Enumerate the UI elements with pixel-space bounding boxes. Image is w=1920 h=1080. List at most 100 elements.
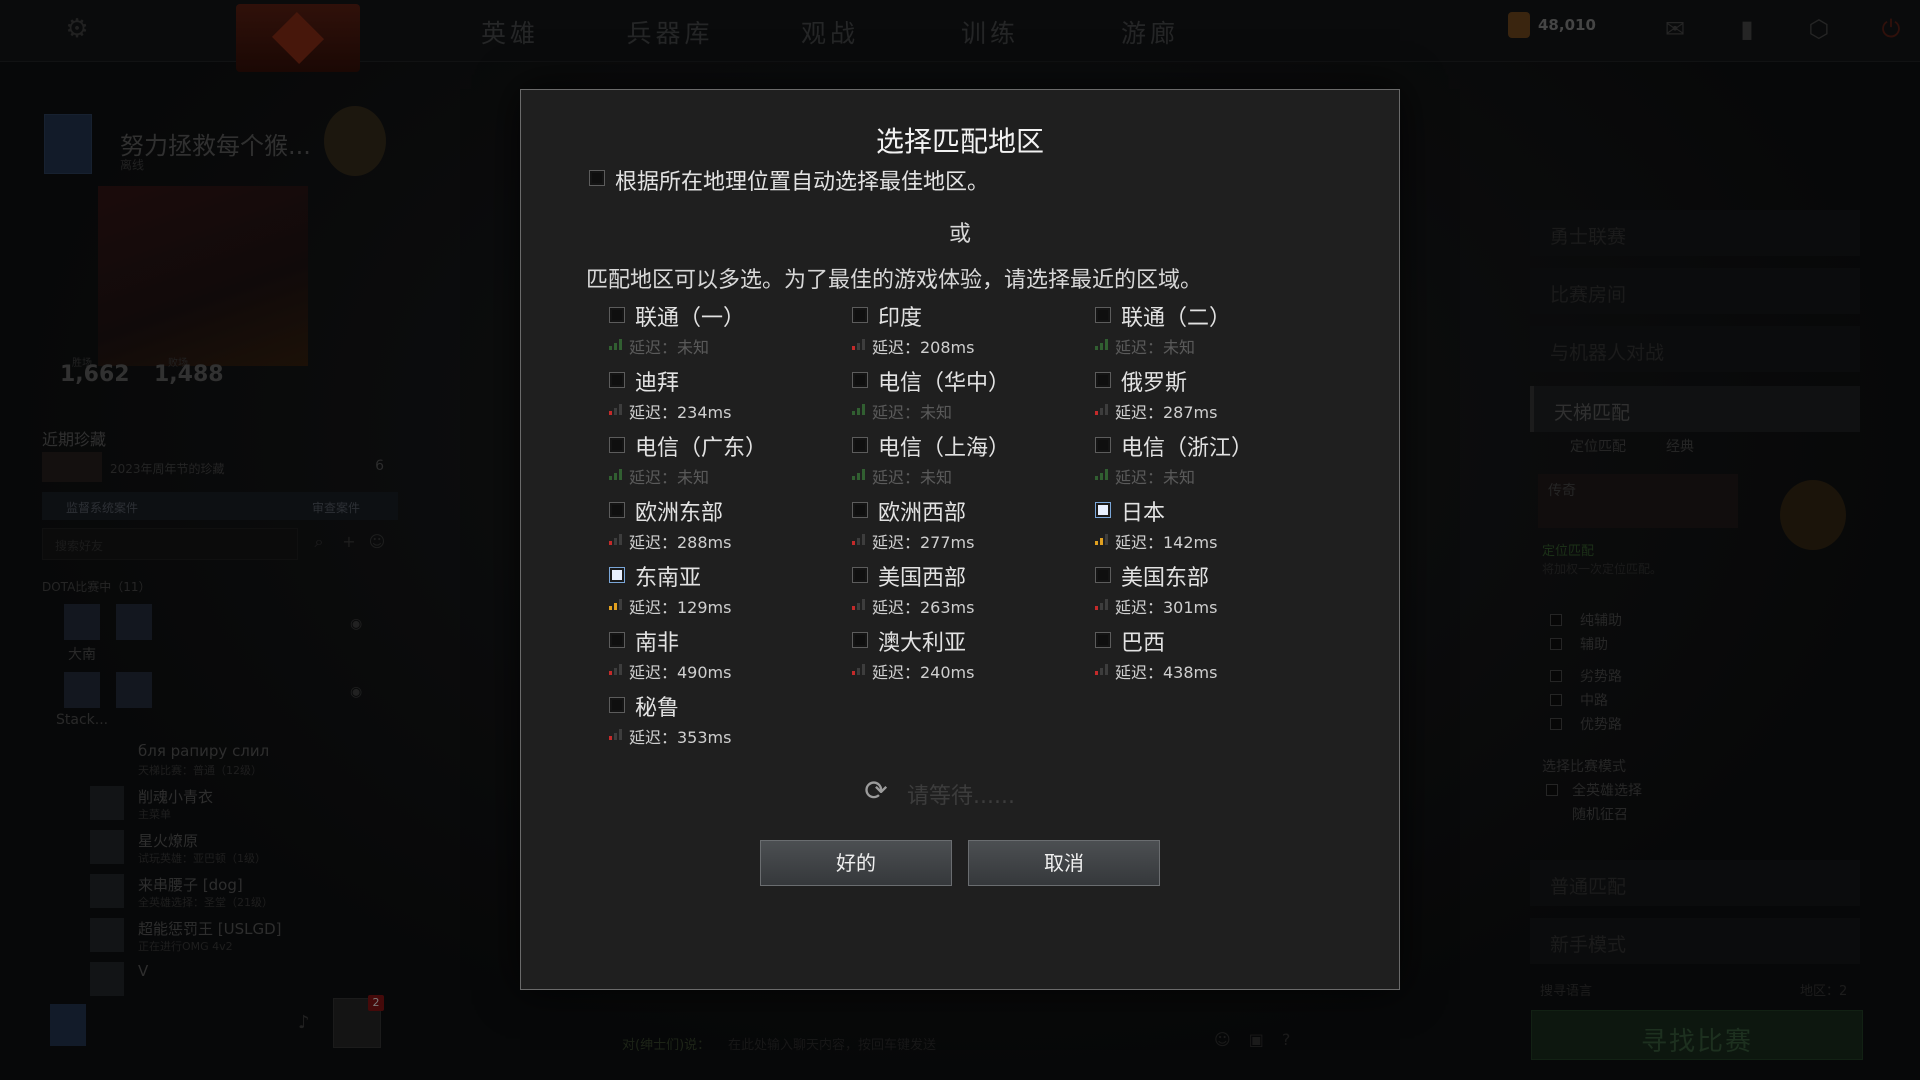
- region-checkbox[interactable]: [1095, 502, 1111, 518]
- region-checkbox[interactable]: [852, 307, 868, 323]
- region-checkbox[interactable]: [609, 632, 625, 648]
- region-checkbox[interactable]: [609, 437, 625, 453]
- region-name: 欧洲西部: [878, 501, 967, 526]
- region-checkbox[interactable]: [1095, 437, 1111, 453]
- region-checkbox[interactable]: [609, 567, 625, 583]
- region-option[interactable]: 美国东部 延迟：301ms: [1095, 560, 1335, 620]
- region-latency: 延迟：未知: [609, 464, 849, 487]
- region-checkbox[interactable]: [852, 372, 868, 388]
- region-checkbox[interactable]: [1095, 372, 1111, 388]
- region-option[interactable]: 电信（华中） 延迟：未知: [852, 365, 1092, 425]
- region-option[interactable]: 迪拜延迟：234ms: [609, 365, 849, 425]
- cancel-button[interactable]: 取消: [968, 840, 1160, 886]
- region-name: 日本: [1121, 501, 1166, 526]
- region-name: 南非: [635, 631, 680, 656]
- latency-text: 延迟：未知: [1115, 338, 1196, 357]
- region-checkbox[interactable]: [1095, 307, 1111, 323]
- signal-icon: [609, 338, 623, 350]
- region-option[interactable]: 美国西部 延迟：263ms: [852, 560, 1092, 620]
- region-checkbox[interactable]: [609, 697, 625, 713]
- signal-icon: [852, 403, 866, 415]
- region-name: 电信（广东）: [635, 436, 768, 461]
- signal-icon: [1095, 338, 1109, 350]
- region-option[interactable]: 秘鲁延迟：353ms: [609, 690, 849, 750]
- latency-text: 延迟：未知: [872, 468, 953, 487]
- latency-text: 延迟：263ms: [872, 598, 975, 617]
- region-option[interactable]: 联通（一） 延迟：未知: [609, 300, 849, 360]
- region-latency: 延迟：490ms: [609, 659, 849, 682]
- region-name: 联通（二）: [1121, 306, 1232, 331]
- signal-icon: [852, 468, 866, 480]
- region-option[interactable]: 日本延迟：142ms: [1095, 495, 1335, 555]
- region-option[interactable]: 东南亚 延迟：129ms: [609, 560, 849, 620]
- region-checkbox[interactable]: [609, 502, 625, 518]
- region-latency: 延迟：301ms: [1095, 594, 1335, 617]
- ok-button[interactable]: 好的: [760, 840, 952, 886]
- latency-text: 延迟：142ms: [1115, 533, 1218, 552]
- signal-icon: [609, 728, 623, 740]
- signal-icon: [609, 663, 623, 675]
- signal-icon: [852, 533, 866, 545]
- region-option[interactable]: 巴西延迟：438ms: [1095, 625, 1335, 685]
- region-option[interactable]: 电信（上海） 延迟：未知: [852, 430, 1092, 490]
- region-option[interactable]: 印度延迟：208ms: [852, 300, 1092, 360]
- region-option[interactable]: 电信（浙江） 延迟：未知: [1095, 430, 1335, 490]
- latency-text: 延迟：288ms: [629, 533, 732, 552]
- region-latency: 延迟：263ms: [852, 594, 1092, 617]
- latency-text: 延迟：353ms: [629, 728, 732, 747]
- region-name: 欧洲东部: [635, 501, 724, 526]
- auto-select-checkbox[interactable]: [589, 170, 605, 186]
- region-name: 联通（一）: [635, 306, 746, 331]
- latency-text: 延迟：438ms: [1115, 663, 1218, 682]
- region-option[interactable]: 南非延迟：490ms: [609, 625, 849, 685]
- region-option[interactable]: 欧洲东部延迟：288ms: [609, 495, 849, 555]
- region-checkbox[interactable]: [609, 307, 625, 323]
- signal-icon: [1095, 468, 1109, 480]
- region-latency: 延迟：208ms: [852, 334, 1092, 357]
- region-name: 迪拜: [635, 371, 680, 396]
- region-option[interactable]: 澳大利亚 延迟：240ms: [852, 625, 1092, 685]
- region-name: 印度: [878, 306, 923, 331]
- latency-text: 延迟：240ms: [872, 663, 975, 682]
- region-name: 电信（上海）: [878, 436, 1011, 461]
- waiting-indicator: ⟳ 请等待......: [861, 774, 1121, 810]
- region-name: 电信（华中）: [878, 371, 1011, 396]
- region-checkbox[interactable]: [609, 372, 625, 388]
- region-name: 电信（浙江）: [1121, 436, 1254, 461]
- signal-icon: [1095, 663, 1109, 675]
- auto-select-label: 根据所在地理位置自动选择最佳地区。: [615, 170, 990, 195]
- region-checkbox[interactable]: [852, 632, 868, 648]
- region-checkbox[interactable]: [852, 502, 868, 518]
- region-option[interactable]: 俄罗斯延迟：287ms: [1095, 365, 1335, 425]
- region-latency: 延迟：438ms: [1095, 659, 1335, 682]
- region-latency: 延迟：240ms: [852, 659, 1092, 682]
- signal-icon: [1095, 598, 1109, 610]
- region-latency: 延迟：未知: [1095, 334, 1335, 357]
- region-checkbox[interactable]: [1095, 632, 1111, 648]
- region-option[interactable]: 欧洲西部 延迟：277ms: [852, 495, 1092, 555]
- signal-icon: [852, 338, 866, 350]
- region-latency: 延迟：287ms: [1095, 399, 1335, 422]
- waiting-text: 请等待......: [907, 784, 1015, 809]
- region-checkbox[interactable]: [852, 567, 868, 583]
- region-latency: 延迟：234ms: [609, 399, 849, 422]
- region-checkbox[interactable]: [852, 437, 868, 453]
- latency-text: 延迟：未知: [1115, 468, 1196, 487]
- signal-icon: [852, 598, 866, 610]
- signal-icon: [609, 533, 623, 545]
- signal-icon: [609, 598, 623, 610]
- region-option[interactable]: 联通（二） 延迟：未知: [1095, 300, 1335, 360]
- latency-text: 延迟：490ms: [629, 663, 732, 682]
- region-option[interactable]: 电信（广东） 延迟：未知: [609, 430, 849, 490]
- region-name: 巴西: [1121, 631, 1166, 656]
- region-latency: 延迟：未知: [852, 464, 1092, 487]
- region-name: 秘鲁: [635, 696, 680, 721]
- region-latency: 延迟：288ms: [609, 529, 849, 552]
- region-select-dialog: 选择匹配地区 根据所在地理位置自动选择最佳地区。 或 匹配地区可以多选。为了最佳…: [520, 89, 1400, 990]
- latency-text: 延迟：208ms: [872, 338, 975, 357]
- latency-text: 延迟：234ms: [629, 403, 732, 422]
- refresh-icon: ⟳: [864, 774, 888, 807]
- region-name: 俄罗斯: [1121, 371, 1188, 396]
- signal-icon: [1095, 403, 1109, 415]
- region-checkbox[interactable]: [1095, 567, 1111, 583]
